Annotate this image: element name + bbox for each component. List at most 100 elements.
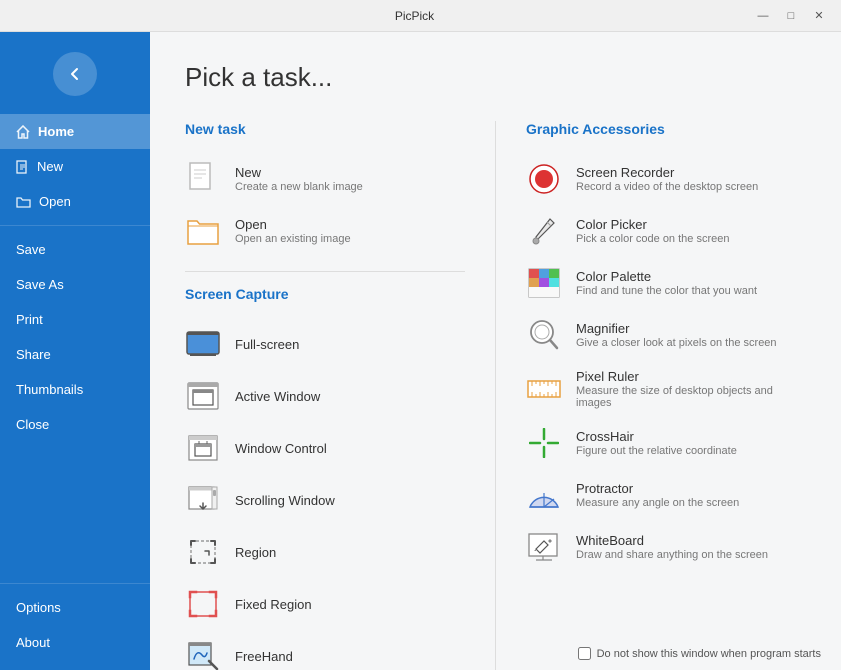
fullscreen-text: Full-screen [235, 337, 299, 352]
sidebar-item-share[interactable]: Share [0, 337, 150, 372]
sidebar-item-thumbnails[interactable]: Thumbnails [0, 372, 150, 407]
minimize-button[interactable]: — [749, 2, 777, 30]
task-whiteboard[interactable]: WhiteBoard Draw and share anything on th… [526, 521, 806, 573]
sidebar-saveas-label: Save As [16, 277, 64, 292]
sidebar-print-label: Print [16, 312, 43, 327]
sidebar-item-about[interactable]: About [0, 625, 150, 660]
sidebar-about-label: About [16, 635, 50, 650]
fullscreen-icon [185, 326, 221, 362]
activewindow-icon [185, 378, 221, 414]
sidebar-item-print[interactable]: Print [0, 302, 150, 337]
sidebar-item-open[interactable]: Open [0, 184, 150, 219]
main-content: Pick a task... New task New Create a ne [150, 32, 841, 670]
protractor-icon [526, 477, 562, 513]
task-scrollingwindow[interactable]: Scrolling Window [185, 474, 465, 526]
task-colorpalette[interactable]: Color Palette Find and tune the color th… [526, 257, 806, 309]
sidebar-close-label: Close [16, 417, 49, 432]
new-icon [16, 160, 29, 174]
region-icon [185, 534, 221, 570]
sidebar-open-label: Open [39, 194, 71, 209]
sidebar-divider-1 [0, 225, 150, 226]
dont-show-checkbox[interactable] [578, 647, 591, 660]
pixelruler-name: Pixel Ruler [576, 369, 806, 384]
task-region[interactable]: Region [185, 526, 465, 578]
pixelruler-desc: Measure the size of desktop objects and … [576, 385, 806, 409]
freehand-name: FreeHand [235, 649, 293, 664]
dont-show-label: Do not show this window when program sta… [597, 648, 821, 660]
whiteboard-icon [526, 529, 562, 565]
whiteboard-text: WhiteBoard Draw and share anything on th… [576, 533, 768, 561]
region-text: Region [235, 545, 276, 560]
new-task-desc: Create a new blank image [235, 181, 363, 193]
left-column: New task New Create a new blank image [185, 121, 496, 670]
new-task-icon [185, 161, 221, 197]
crosshair-icon [526, 425, 562, 461]
task-pixelruler[interactable]: Pixel Ruler Measure the size of desktop … [526, 361, 806, 417]
scrollingwindow-text: Scrolling Window [235, 493, 335, 508]
scrollingwindow-name: Scrolling Window [235, 493, 335, 508]
sidebar: Home New Open Save Save As [0, 32, 150, 670]
pixelruler-icon [526, 371, 562, 407]
sidebar-item-home[interactable]: Home [0, 114, 150, 149]
colorpalette-desc: Find and tune the color that you want [576, 285, 757, 297]
task-screenrecorder[interactable]: Screen Recorder Record a video of the de… [526, 153, 806, 205]
task-open[interactable]: Open Open an existing image [185, 205, 465, 257]
new-task-text: New Create a new blank image [235, 165, 363, 193]
colorpicker-desc: Pick a color code on the screen [576, 233, 729, 245]
magnifier-icon [526, 317, 562, 353]
maximize-button[interactable]: □ [777, 2, 805, 30]
activewindow-name: Active Window [235, 389, 320, 404]
app-body: Home New Open Save Save As [0, 32, 841, 670]
footer: Do not show this window when program sta… [578, 647, 821, 660]
fixedregion-name: Fixed Region [235, 597, 312, 612]
sidebar-item-close[interactable]: Close [0, 407, 150, 442]
screen-capture-title: Screen Capture [185, 286, 465, 302]
titlebar: PicPick — □ ✕ [0, 0, 841, 32]
open-icon [16, 195, 31, 208]
colorpicker-icon [526, 213, 562, 249]
colorpicker-text: Color Picker Pick a color code on the sc… [576, 217, 729, 245]
task-crosshair[interactable]: CrossHair Figure out the relative coordi… [526, 417, 806, 469]
crosshair-text: CrossHair Figure out the relative coordi… [576, 429, 737, 457]
crosshair-name: CrossHair [576, 429, 737, 444]
task-fixedregion[interactable]: Fixed Region [185, 578, 465, 630]
sidebar-share-label: Share [16, 347, 51, 362]
task-new[interactable]: New Create a new blank image [185, 153, 465, 205]
task-colorpicker[interactable]: Color Picker Pick a color code on the sc… [526, 205, 806, 257]
screenrecorder-desc: Record a video of the desktop screen [576, 181, 758, 193]
scrollingwindow-icon [185, 482, 221, 518]
sidebar-item-saveas[interactable]: Save As [0, 267, 150, 302]
new-task-title: New task [185, 121, 465, 137]
crosshair-desc: Figure out the relative coordinate [576, 445, 737, 457]
sidebar-item-new[interactable]: New [0, 149, 150, 184]
activewindow-text: Active Window [235, 389, 320, 404]
close-button[interactable]: ✕ [805, 2, 833, 30]
magnifier-name: Magnifier [576, 321, 777, 336]
freehand-text: FreeHand [235, 649, 293, 664]
task-protractor[interactable]: Protractor Measure any angle on the scre… [526, 469, 806, 521]
colorpicker-name: Color Picker [576, 217, 729, 232]
screenrecorder-icon [526, 161, 562, 197]
fullscreen-name: Full-screen [235, 337, 299, 352]
colorpalette-icon [526, 265, 562, 301]
sidebar-save-label: Save [16, 242, 46, 257]
windowcontrol-text: Window Control [235, 441, 327, 456]
task-fullscreen[interactable]: Full-screen [185, 318, 465, 370]
sidebar-item-options[interactable]: Options [0, 590, 150, 625]
task-freehand[interactable]: FreeHand [185, 630, 465, 670]
task-windowcontrol[interactable]: Window Control [185, 422, 465, 474]
back-button[interactable] [53, 52, 97, 96]
sidebar-divider-2 [0, 583, 150, 584]
sidebar-thumbnails-label: Thumbnails [16, 382, 83, 397]
whiteboard-name: WhiteBoard [576, 533, 768, 548]
pixelruler-text: Pixel Ruler Measure the size of desktop … [576, 369, 806, 409]
two-column-layout: New task New Create a new blank image [185, 121, 806, 670]
sidebar-item-save[interactable]: Save [0, 232, 150, 267]
task-magnifier[interactable]: Magnifier Give a closer look at pixels o… [526, 309, 806, 361]
sidebar-options-label: Options [16, 600, 61, 615]
open-task-icon [185, 213, 221, 249]
protractor-name: Protractor [576, 481, 739, 496]
task-activewindow[interactable]: Active Window [185, 370, 465, 422]
colorpalette-text: Color Palette Find and tune the color th… [576, 269, 757, 297]
screenrecorder-name: Screen Recorder [576, 165, 758, 180]
